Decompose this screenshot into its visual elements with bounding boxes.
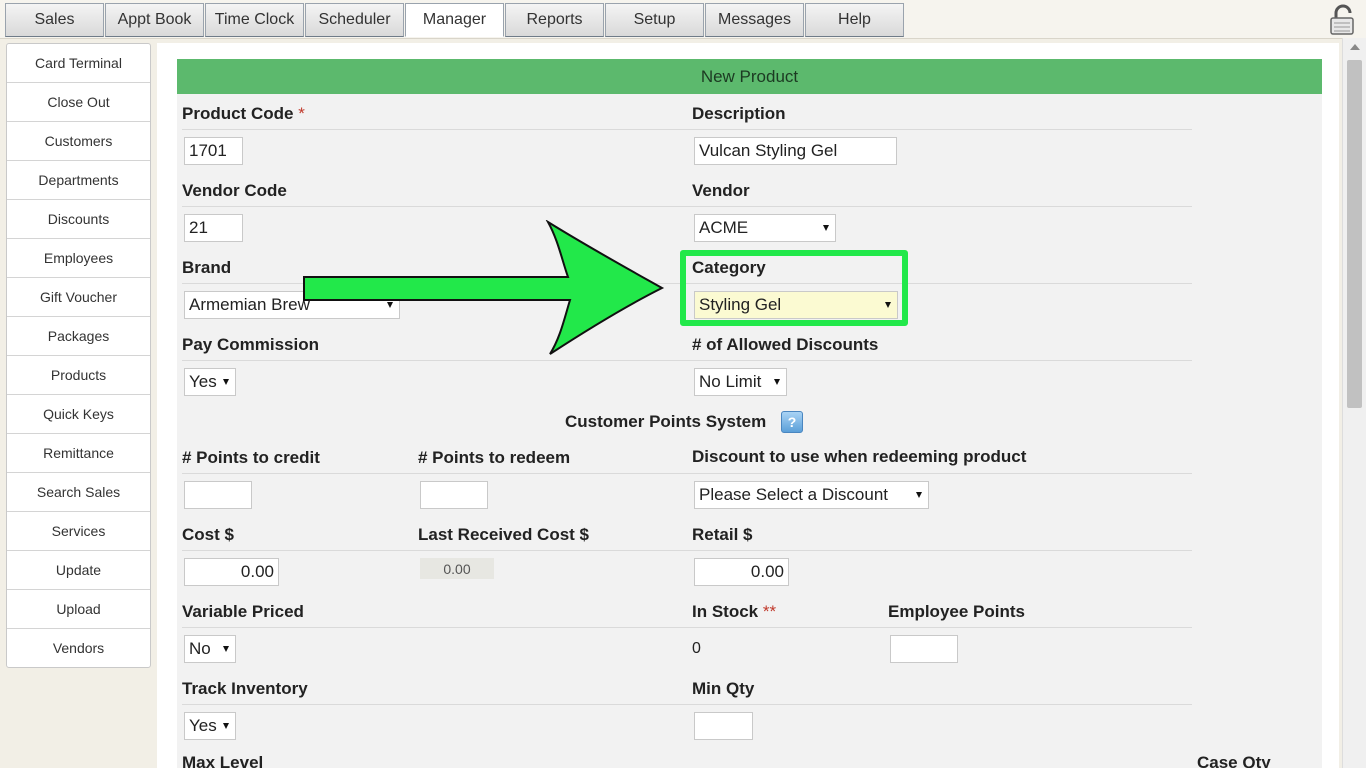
- brand-value: Armemian Brew: [189, 295, 310, 314]
- variable-priced-label: Variable Priced: [182, 602, 304, 621]
- vendor-value: ACME: [699, 218, 749, 237]
- tab-sales[interactable]: Sales: [5, 3, 104, 37]
- retail-label: Retail $: [692, 525, 753, 544]
- max-level-label: Max Level: [182, 753, 264, 768]
- divider: [182, 206, 1192, 207]
- cost-label: Cost $: [182, 525, 234, 544]
- pay-commission-label: Pay Commission: [182, 335, 319, 354]
- required-mark: *: [298, 104, 305, 123]
- points-credit-input[interactable]: [184, 481, 252, 509]
- sidebar-item-search-sales[interactable]: Search Sales: [7, 473, 150, 512]
- discount-redeem-select[interactable]: Please Select a Discount: [694, 481, 929, 509]
- sidebar-item-employees[interactable]: Employees: [7, 239, 150, 278]
- min-qty-label: Min Qty: [692, 679, 755, 698]
- divider: [182, 704, 1192, 705]
- new-product-form: New Product Product Code * Description 1…: [177, 59, 1322, 768]
- scroll-thumb[interactable]: [1347, 60, 1362, 408]
- case-qty-label: Case Qty: [1197, 753, 1271, 768]
- tab-appt-book[interactable]: Appt Book: [105, 3, 204, 37]
- divider: [182, 473, 1192, 474]
- divider: [182, 129, 1192, 130]
- pay-commission-select[interactable]: Yes: [184, 368, 236, 396]
- pay-commission-value: Yes: [189, 372, 217, 391]
- sidebar-item-departments[interactable]: Departments: [7, 161, 150, 200]
- tab-help[interactable]: Help: [805, 3, 904, 37]
- sidebar-item-update[interactable]: Update: [7, 551, 150, 590]
- min-qty-input[interactable]: [694, 712, 753, 740]
- required-mark: **: [762, 602, 777, 621]
- allowed-discounts-value: No Limit: [699, 372, 762, 391]
- lock-icon[interactable]: [1328, 4, 1356, 36]
- product-code-input[interactable]: 1701: [184, 137, 243, 165]
- track-inventory-select[interactable]: Yes: [184, 712, 236, 740]
- points-system-heading: Customer Points System: [565, 412, 767, 431]
- top-nav-bar: Sales Appt Book Time Clock Scheduler Man…: [0, 0, 1366, 39]
- help-icon[interactable]: ?: [781, 411, 803, 433]
- tab-scheduler[interactable]: Scheduler: [305, 3, 404, 37]
- product-code-label: Product Code *: [182, 104, 305, 123]
- vendor-select[interactable]: ACME: [694, 214, 836, 242]
- retail-input[interactable]: 0.00: [694, 558, 789, 586]
- dropdown-caret-icon: [774, 379, 780, 385]
- form-title: New Product: [177, 59, 1322, 94]
- sidebar-item-discounts[interactable]: Discounts: [7, 200, 150, 239]
- sidebar-item-gift-voucher[interactable]: Gift Voucher: [7, 278, 150, 317]
- track-inventory-value: Yes: [189, 716, 217, 735]
- cost-input[interactable]: 0.00: [184, 558, 279, 586]
- manager-sidebar: Card Terminal Close Out Customers Depart…: [6, 43, 151, 668]
- employee-points-input[interactable]: [890, 635, 958, 663]
- description-input[interactable]: Vulcan Styling Gel: [694, 137, 897, 165]
- points-redeem-label: # Points to redeem: [418, 448, 571, 467]
- annotation-highlight-box: [680, 250, 908, 326]
- divider: [182, 627, 1192, 628]
- tab-time-clock[interactable]: Time Clock: [205, 3, 304, 37]
- vendor-code-input[interactable]: 21: [184, 214, 243, 242]
- main-tabs: Sales Appt Book Time Clock Scheduler Man…: [5, 3, 905, 37]
- variable-priced-select[interactable]: No: [184, 635, 236, 663]
- allowed-discounts-label: # of Allowed Discounts: [692, 335, 879, 354]
- dropdown-caret-icon: [223, 379, 229, 385]
- vendor-label: Vendor: [692, 181, 750, 200]
- dropdown-caret-icon: [223, 723, 229, 729]
- sidebar-item-services[interactable]: Services: [7, 512, 150, 551]
- sidebar-item-quick-keys[interactable]: Quick Keys: [7, 395, 150, 434]
- track-inventory-label: Track Inventory: [182, 679, 308, 698]
- scroll-up-arrow-icon[interactable]: [1350, 44, 1360, 50]
- annotation-arrow-icon: [303, 220, 665, 355]
- employee-points-label: Employee Points: [888, 602, 1025, 621]
- sidebar-item-packages[interactable]: Packages: [7, 317, 150, 356]
- last-received-cost-label: Last Received Cost $: [418, 525, 590, 544]
- vendor-code-label: Vendor Code: [182, 181, 287, 200]
- points-redeem-input[interactable]: [420, 481, 488, 509]
- discount-redeem-label: Discount to use when redeeming product: [692, 447, 1027, 466]
- dropdown-caret-icon: [223, 646, 229, 652]
- sidebar-item-products[interactable]: Products: [7, 356, 150, 395]
- dropdown-caret-icon: [916, 492, 922, 498]
- discount-redeem-value: Please Select a Discount: [699, 485, 888, 504]
- allowed-discounts-select[interactable]: No Limit: [694, 368, 787, 396]
- tab-reports[interactable]: Reports: [505, 3, 604, 37]
- sidebar-item-upload[interactable]: Upload: [7, 590, 150, 629]
- sidebar-item-remittance[interactable]: Remittance: [7, 434, 150, 473]
- variable-priced-value: No: [189, 639, 211, 658]
- description-label: Description: [692, 104, 786, 123]
- dropdown-caret-icon: [823, 225, 829, 231]
- tab-setup[interactable]: Setup: [605, 3, 704, 37]
- tab-messages[interactable]: Messages: [705, 3, 804, 37]
- sidebar-item-customers[interactable]: Customers: [7, 122, 150, 161]
- brand-label: Brand: [182, 258, 232, 277]
- sidebar-item-vendors[interactable]: Vendors: [7, 629, 150, 667]
- in-stock-value: 0: [692, 640, 701, 657]
- last-received-cost-value: 0.00: [420, 558, 494, 579]
- points-credit-label: # Points to credit: [182, 448, 320, 467]
- divider: [182, 550, 1192, 551]
- page-scrollbar[interactable]: [1342, 38, 1366, 768]
- divider: [182, 360, 1192, 361]
- in-stock-label: In Stock **: [692, 602, 777, 621]
- tab-manager[interactable]: Manager: [405, 3, 504, 37]
- sidebar-item-close-out[interactable]: Close Out: [7, 83, 150, 122]
- sidebar-item-card-terminal[interactable]: Card Terminal: [7, 44, 150, 83]
- main-content: New Product Product Code * Description 1…: [157, 43, 1339, 768]
